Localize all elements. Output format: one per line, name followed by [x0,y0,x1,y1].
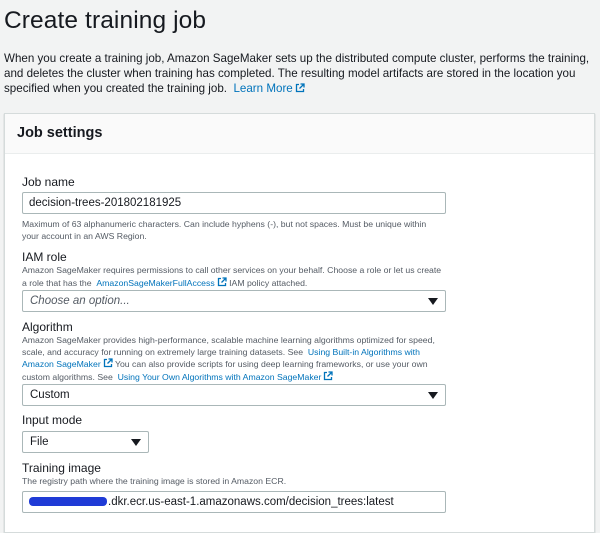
panel-header: Job settings [5,114,594,154]
job-name-hint: Maximum of 63 alphanumeric characters. C… [22,219,427,241]
caret-down-icon [131,439,141,446]
iam-role-description: Amazon SageMaker requires permissions to… [22,265,442,289]
training-image-description: The registry path where the training ima… [22,476,287,486]
learn-more-link[interactable]: Learn More [230,82,305,95]
training-image-input[interactable]: .dkr.ecr.us-east-1.amazonaws.com/decisio… [22,491,446,513]
algorithm-selected-value: Custom [30,389,70,401]
input-mode-select[interactable]: File [22,431,149,453]
learn-more-label: Learn More [233,82,293,95]
iam-role-placeholder: Choose an option... [30,295,130,307]
iam-role-select[interactable]: Choose an option... [22,290,446,312]
page-title: Create training job [4,7,207,34]
own-algorithms-link[interactable]: Using Your Own Algorithms with Amazon Sa… [115,370,334,382]
algorithm-label: Algorithm [22,320,73,334]
input-mode-label: Input mode [22,413,83,427]
job-name-label: Job name [22,175,75,189]
external-link-icon [295,83,305,93]
own-algorithms-link-label: Using Your Own Algorithms with Amazon Sa… [117,371,322,382]
redacted-account-id [29,497,107,506]
job-name-input[interactable]: decision-trees-201802181925 [22,192,446,214]
panel-title: Job settings [17,125,103,141]
caret-down-icon [428,298,438,305]
caret-down-icon [428,392,438,399]
policy-link-label: AmazonSageMakerFullAccess [96,277,215,288]
training-image-label: Training image [22,461,101,475]
training-image-path: .dkr.ecr.us-east-1.amazonaws.com/decisio… [108,496,394,508]
external-link-icon [103,358,113,368]
iam-role-label: IAM role [22,250,67,264]
iam-role-desc-suffix: IAM policy attached. [229,277,308,288]
external-link-icon [217,276,227,286]
job-settings-panel: Job settings Job name decision-trees-201… [4,113,595,533]
page-description: When you create a training job, Amazon S… [4,51,596,96]
algorithm-description: Amazon SageMaker provides high-performan… [22,335,442,383]
input-mode-selected-value: File [30,436,49,448]
algorithm-select[interactable]: Custom [22,384,446,406]
policy-link[interactable]: AmazonSageMakerFullAccess [94,276,227,288]
external-link-icon [324,370,334,380]
